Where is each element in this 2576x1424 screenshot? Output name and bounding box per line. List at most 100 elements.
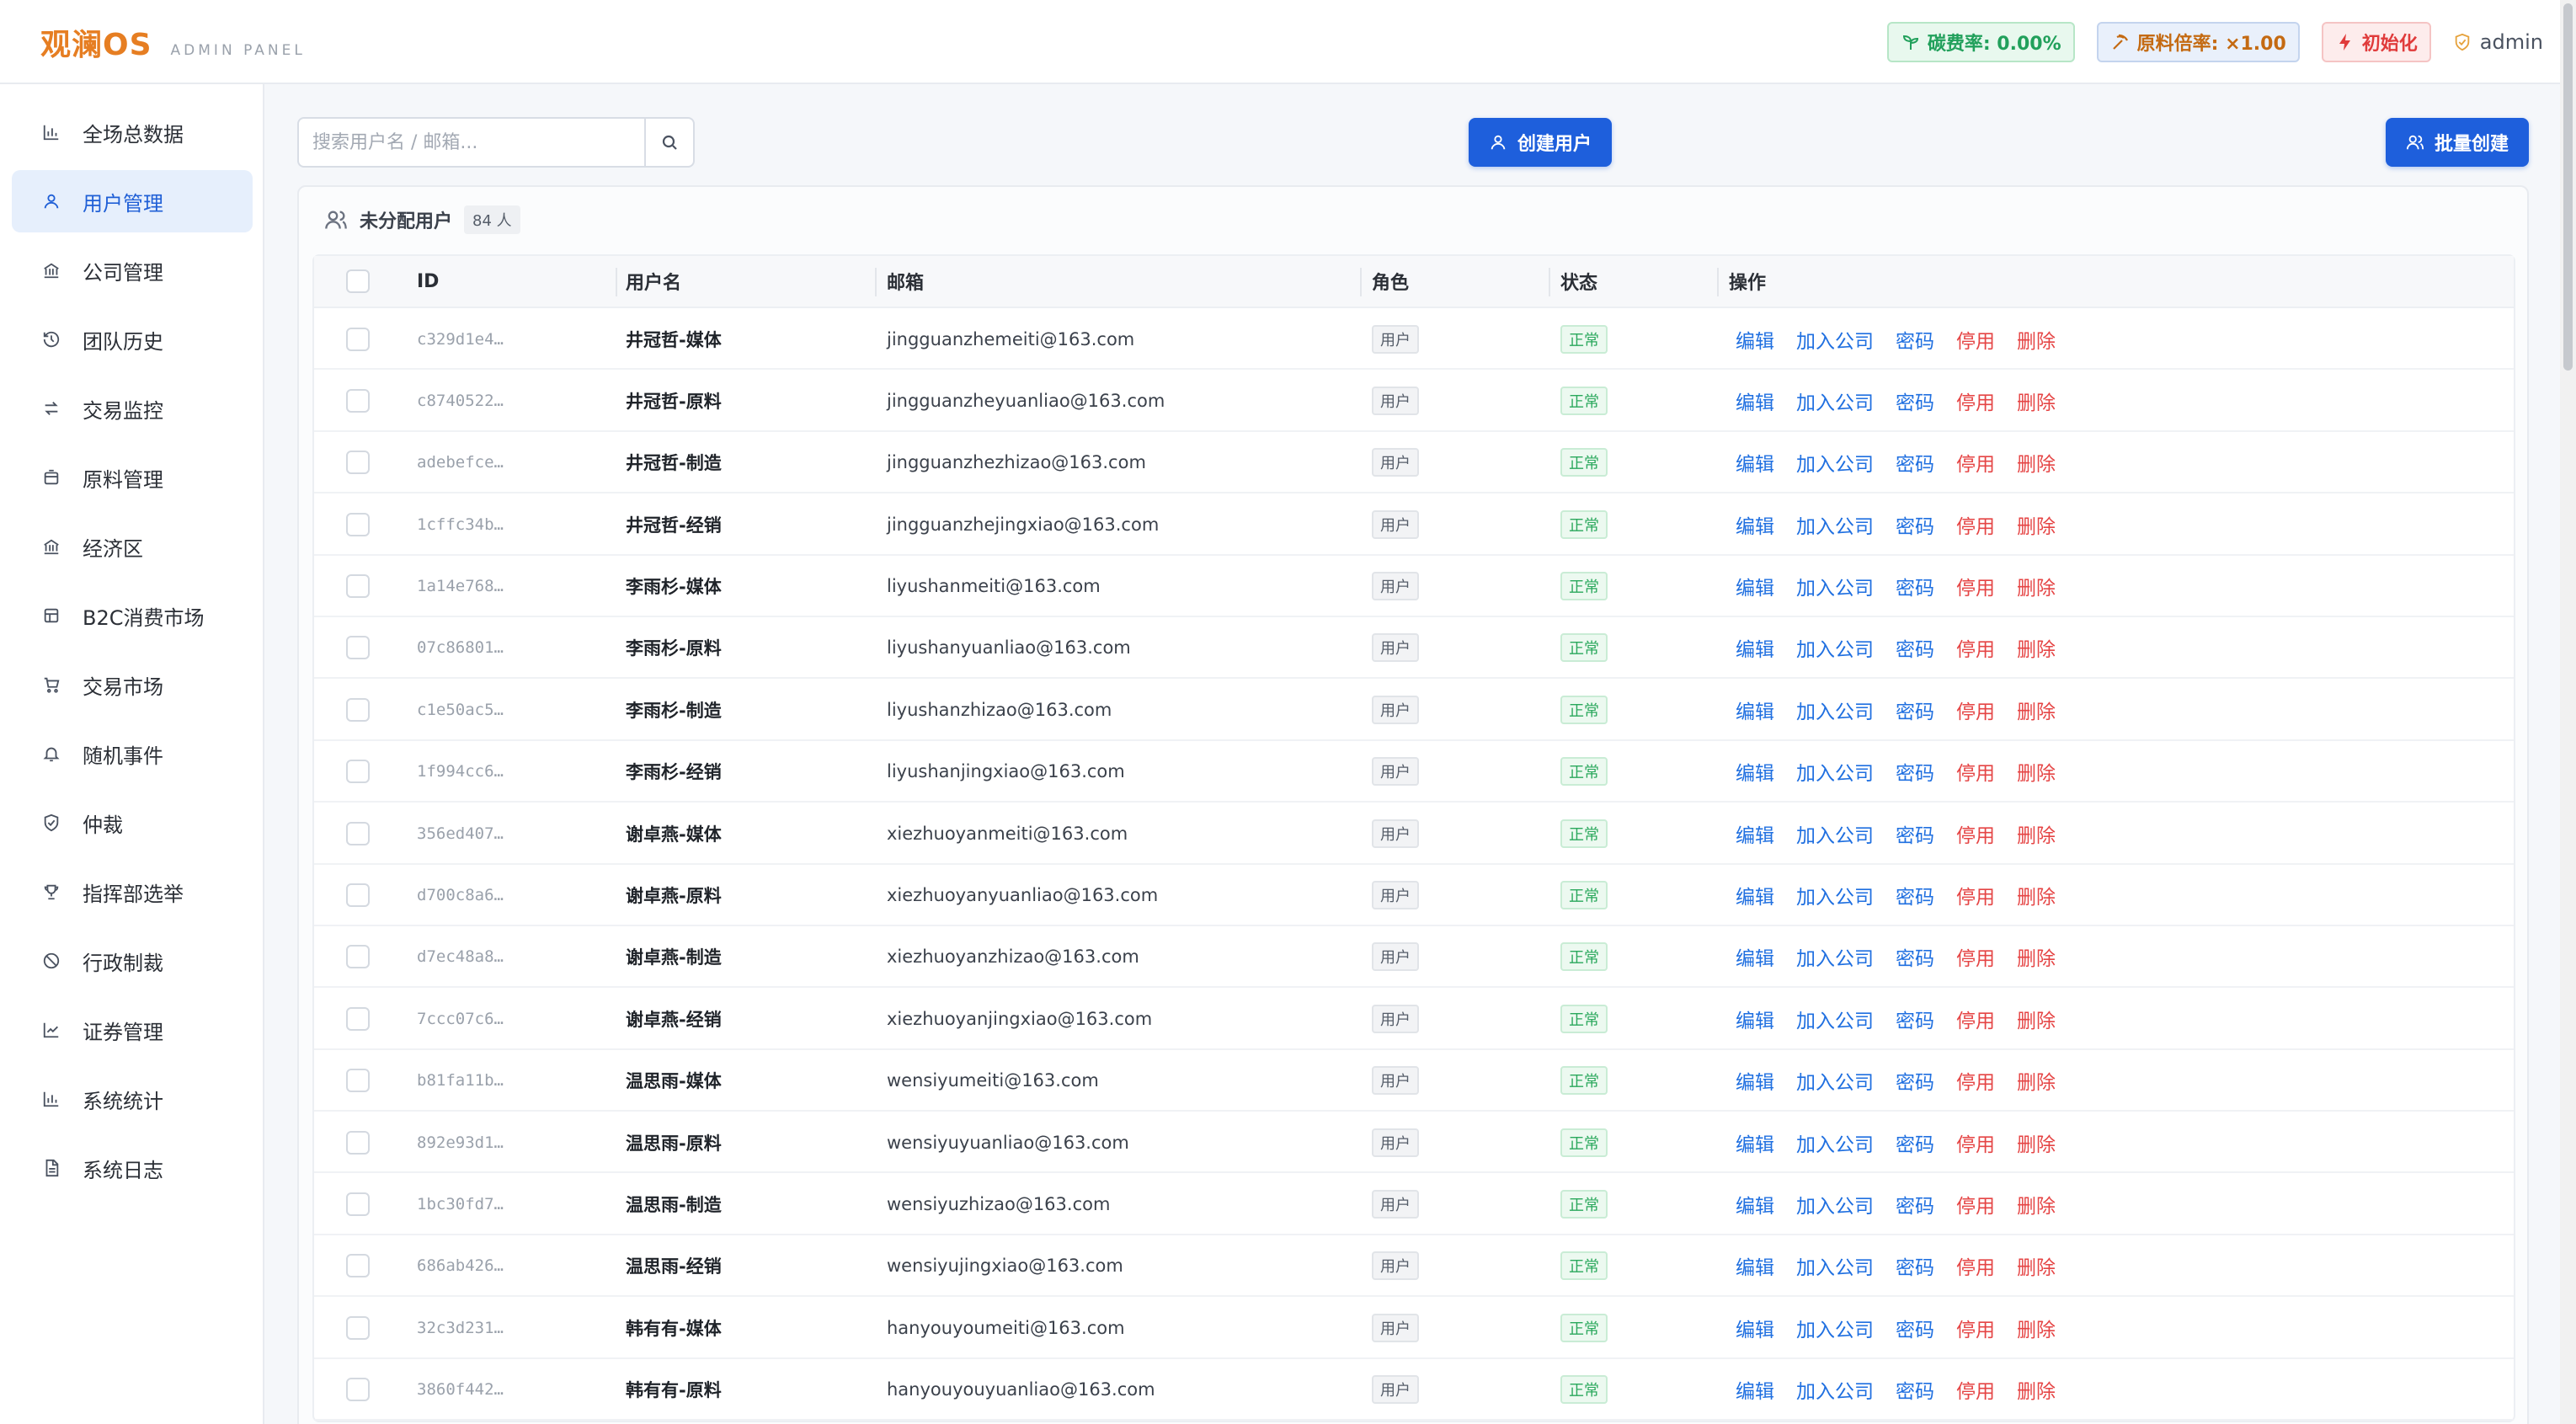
create-user-button[interactable]: 创建用户 xyxy=(1469,118,1612,167)
edit-button[interactable]: 编辑 xyxy=(1736,942,1774,971)
sidebar-item-users[interactable]: 用户管理 xyxy=(12,170,253,232)
delete-button[interactable]: 删除 xyxy=(2017,1314,2056,1342)
column-header-role[interactable]: 角色 xyxy=(1372,255,1409,307)
delete-button[interactable]: 删除 xyxy=(2017,1251,2056,1280)
disable-button[interactable]: 停用 xyxy=(1956,696,1995,724)
row-checkbox[interactable] xyxy=(346,574,370,599)
edit-button[interactable]: 编辑 xyxy=(1736,387,1774,415)
disable-button[interactable]: 停用 xyxy=(1956,572,1995,600)
delete-button[interactable]: 删除 xyxy=(2017,1128,2056,1157)
disable-button[interactable]: 停用 xyxy=(1956,1190,1995,1219)
select-all-checkbox[interactable] xyxy=(346,269,370,293)
edit-button[interactable]: 编辑 xyxy=(1736,1251,1774,1280)
edit-button[interactable]: 编辑 xyxy=(1736,881,1774,909)
edit-button[interactable]: 编辑 xyxy=(1736,448,1774,477)
password-button[interactable]: 密码 xyxy=(1896,1251,1934,1280)
delete-button[interactable]: 删除 xyxy=(2017,1005,2056,1033)
sidebar-item-system-log[interactable]: 系统日志 xyxy=(12,1137,253,1199)
sidebar-item-trade-market[interactable]: 交易市场 xyxy=(12,653,253,716)
sidebar-item-materials[interactable]: 原料管理 xyxy=(12,446,253,509)
password-button[interactable]: 密码 xyxy=(1896,942,1934,971)
row-checkbox[interactable] xyxy=(346,1130,370,1155)
join-company-button[interactable]: 加入公司 xyxy=(1796,696,1874,724)
row-checkbox[interactable] xyxy=(346,1069,370,1093)
password-button[interactable]: 密码 xyxy=(1896,1190,1934,1219)
disable-button[interactable]: 停用 xyxy=(1956,1375,1995,1404)
password-button[interactable]: 密码 xyxy=(1896,448,1934,477)
row-checkbox[interactable] xyxy=(346,1192,370,1216)
sidebar-item-overview[interactable]: 全场总数据 xyxy=(12,101,253,163)
edit-button[interactable]: 编辑 xyxy=(1736,633,1774,662)
edit-button[interactable]: 编辑 xyxy=(1736,819,1774,848)
initialize-button[interactable]: 初始化 xyxy=(2321,22,2431,62)
edit-button[interactable]: 编辑 xyxy=(1736,510,1774,539)
row-checkbox[interactable] xyxy=(346,821,370,845)
sidebar-item-securities[interactable]: 证券管理 xyxy=(12,999,253,1061)
search-button[interactable] xyxy=(644,119,693,166)
row-checkbox[interactable] xyxy=(346,883,370,908)
disable-button[interactable]: 停用 xyxy=(1956,1251,1995,1280)
join-company-button[interactable]: 加入公司 xyxy=(1796,510,1874,539)
delete-button[interactable]: 删除 xyxy=(2017,1066,2056,1095)
row-checkbox[interactable] xyxy=(346,697,370,722)
password-button[interactable]: 密码 xyxy=(1896,1066,1934,1095)
edit-button[interactable]: 编辑 xyxy=(1736,1066,1774,1095)
row-checkbox[interactable] xyxy=(346,1315,370,1340)
join-company-button[interactable]: 加入公司 xyxy=(1796,1128,1874,1157)
row-checkbox[interactable] xyxy=(346,327,370,351)
delete-button[interactable]: 删除 xyxy=(2017,696,2056,724)
edit-button[interactable]: 编辑 xyxy=(1736,1314,1774,1342)
row-checkbox[interactable] xyxy=(346,512,370,536)
disable-button[interactable]: 停用 xyxy=(1956,633,1995,662)
join-company-button[interactable]: 加入公司 xyxy=(1796,387,1874,415)
join-company-button[interactable]: 加入公司 xyxy=(1796,1190,1874,1219)
join-company-button[interactable]: 加入公司 xyxy=(1796,1005,1874,1033)
sidebar-item-companies[interactable]: 公司管理 xyxy=(12,239,253,301)
password-button[interactable]: 密码 xyxy=(1896,1375,1934,1404)
page-scrollbar[interactable] xyxy=(2560,0,2576,1424)
join-company-button[interactable]: 加入公司 xyxy=(1796,633,1874,662)
delete-button[interactable]: 删除 xyxy=(2017,387,2056,415)
join-company-button[interactable]: 加入公司 xyxy=(1796,572,1874,600)
disable-button[interactable]: 停用 xyxy=(1956,510,1995,539)
row-checkbox[interactable] xyxy=(346,945,370,969)
disable-button[interactable]: 停用 xyxy=(1956,942,1995,971)
sidebar-item-trade-monitor[interactable]: 交易监控 xyxy=(12,377,253,440)
join-company-button[interactable]: 加入公司 xyxy=(1796,1066,1874,1095)
delete-button[interactable]: 删除 xyxy=(2017,633,2056,662)
disable-button[interactable]: 停用 xyxy=(1956,757,1995,786)
row-checkbox[interactable] xyxy=(346,760,370,784)
row-checkbox[interactable] xyxy=(346,388,370,413)
password-button[interactable]: 密码 xyxy=(1896,572,1934,600)
join-company-button[interactable]: 加入公司 xyxy=(1796,757,1874,786)
join-company-button[interactable]: 加入公司 xyxy=(1796,448,1874,477)
sidebar-item-b2c-market[interactable]: B2C消费市场 xyxy=(12,584,253,647)
join-company-button[interactable]: 加入公司 xyxy=(1796,1251,1874,1280)
edit-button[interactable]: 编辑 xyxy=(1736,1005,1774,1033)
delete-button[interactable]: 删除 xyxy=(2017,572,2056,600)
delete-button[interactable]: 删除 xyxy=(2017,325,2056,354)
delete-button[interactable]: 删除 xyxy=(2017,448,2056,477)
admin-user-menu[interactable]: admin xyxy=(2453,30,2543,54)
delete-button[interactable]: 删除 xyxy=(2017,1375,2056,1404)
material-multiplier-badge[interactable]: 原料倍率: ×1.00 xyxy=(2096,22,2300,62)
password-button[interactable]: 密码 xyxy=(1896,819,1934,848)
password-button[interactable]: 密码 xyxy=(1896,510,1934,539)
brand[interactable]: 观澜OS ADMIN PANEL xyxy=(40,20,306,64)
edit-button[interactable]: 编辑 xyxy=(1736,696,1774,724)
row-checkbox[interactable] xyxy=(346,451,370,475)
password-button[interactable]: 密码 xyxy=(1896,757,1934,786)
password-button[interactable]: 密码 xyxy=(1896,325,1934,354)
edit-button[interactable]: 编辑 xyxy=(1736,325,1774,354)
row-checkbox[interactable] xyxy=(346,1378,370,1402)
scrollbar-thumb[interactable] xyxy=(2563,3,2573,371)
sidebar-item-system-stats[interactable]: 系统统计 xyxy=(12,1068,253,1130)
password-button[interactable]: 密码 xyxy=(1896,881,1934,909)
batch-create-button[interactable]: 批量创建 xyxy=(2386,118,2529,167)
join-company-button[interactable]: 加入公司 xyxy=(1796,819,1874,848)
password-button[interactable]: 密码 xyxy=(1896,696,1934,724)
disable-button[interactable]: 停用 xyxy=(1956,1066,1995,1095)
column-header-username[interactable]: 用户名 xyxy=(626,255,681,307)
column-header-email[interactable]: 邮箱 xyxy=(887,255,924,307)
row-checkbox[interactable] xyxy=(346,1006,370,1031)
